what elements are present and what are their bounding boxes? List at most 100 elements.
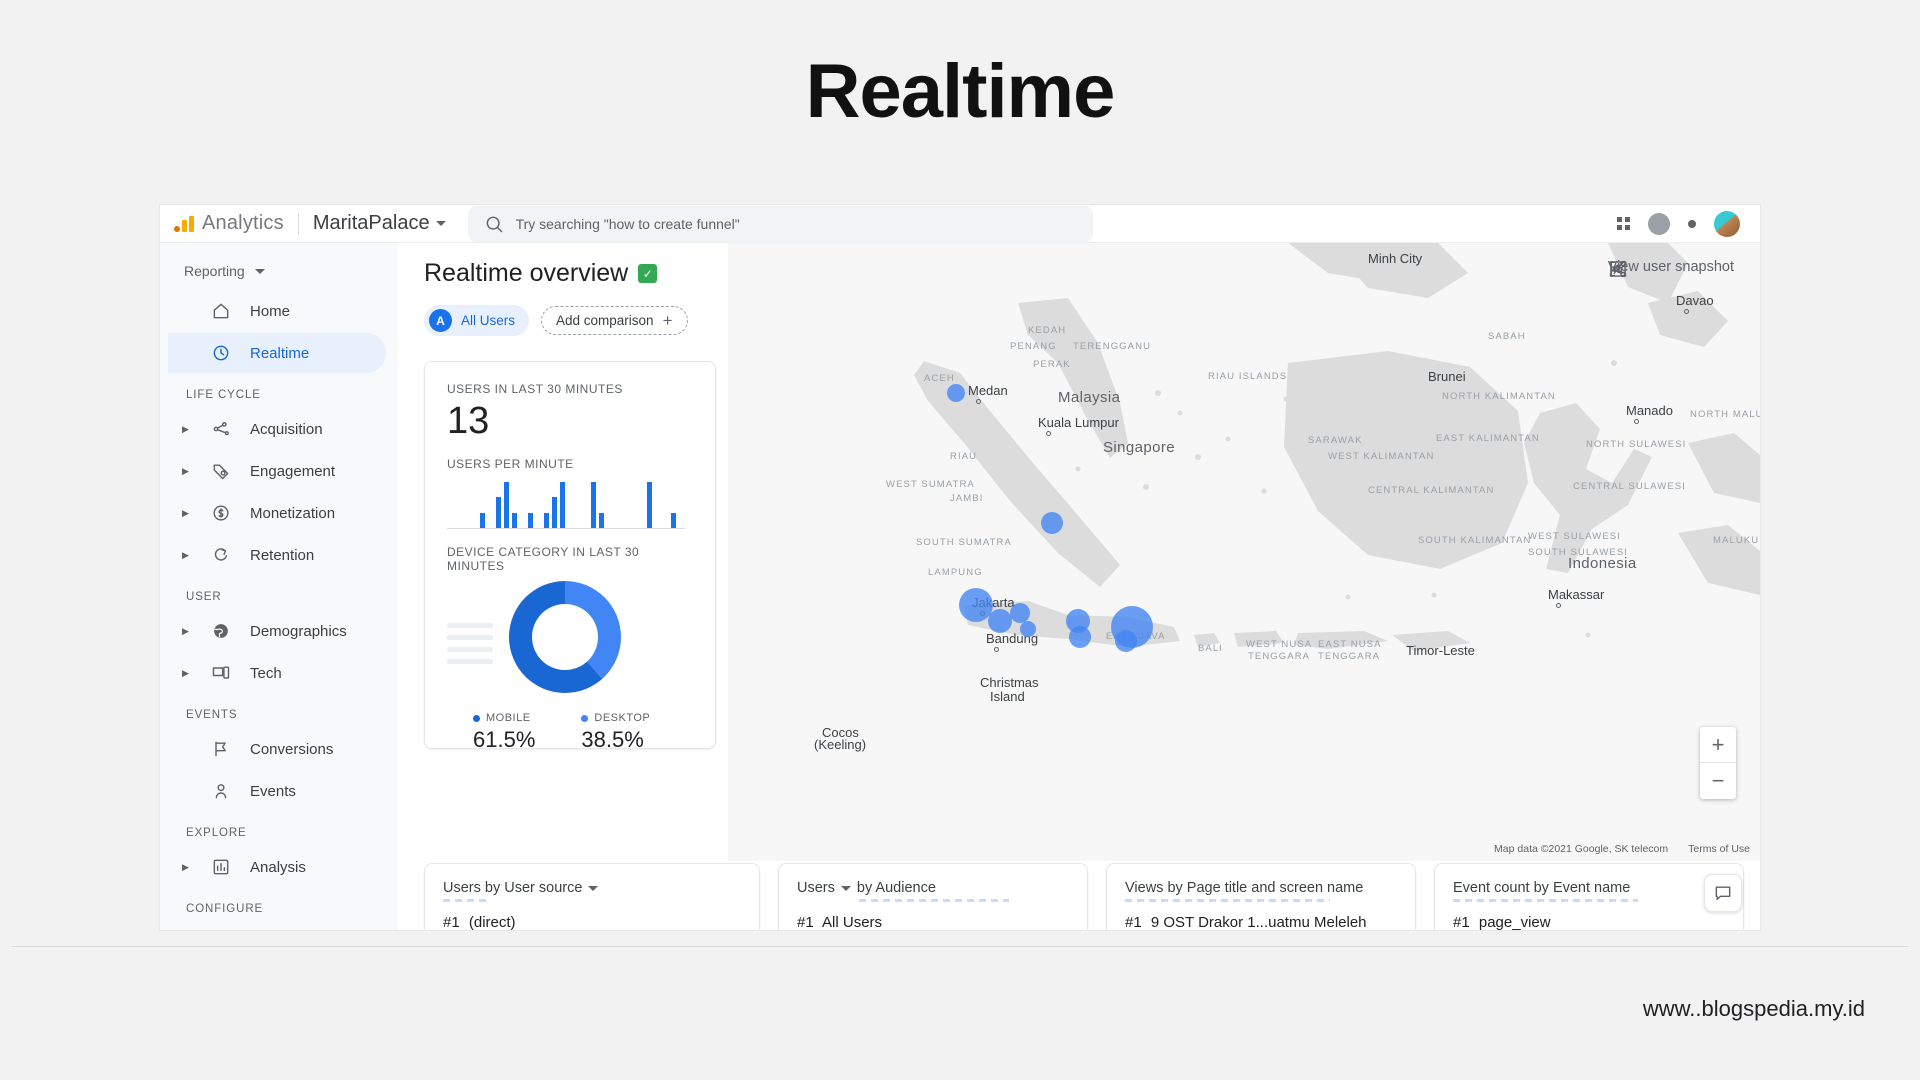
card-title-text: Event count by Event name [1453, 880, 1630, 896]
avatar: A [429, 309, 452, 332]
card-title[interactable]: Event count by Event name [1453, 880, 1725, 896]
sidebar-item-realtime[interactable]: Realtime [168, 333, 386, 373]
add-comparison-button[interactable]: Add comparison + [541, 306, 688, 335]
main-content: Minh CityDavaoSABAHKEDAHPENANGTERENGGANU… [398, 243, 1760, 930]
map-label: SARAWAK [1308, 435, 1363, 446]
rank-number: #1 [797, 914, 814, 930]
rank-number: #1 [1125, 914, 1142, 930]
expand-arrow-icon[interactable]: ▶ [182, 627, 192, 636]
retention-icon [210, 545, 232, 565]
apps-grid-icon[interactable] [1617, 217, 1630, 230]
expand-arrow-icon[interactable]: ▶ [182, 425, 192, 434]
expand-arrow-icon[interactable]: ▶ [182, 467, 192, 476]
expand-arrow-icon[interactable]: ▶ [182, 551, 192, 560]
map-label: BALI [1198, 643, 1223, 654]
map-city-dot-icon [976, 399, 981, 404]
chevron-down-icon[interactable] [841, 886, 851, 891]
map-label: JAMBI [950, 493, 983, 504]
legend-label: MOBILE [486, 712, 531, 724]
add-comparison-label: Add comparison [556, 313, 654, 328]
card-title-metric: Users [797, 880, 835, 896]
map-user-bubble[interactable] [1115, 630, 1137, 652]
map-label: PERAK [1033, 359, 1071, 370]
map-label: Island [990, 689, 1025, 704]
sidebar-item-home[interactable]: Home [168, 291, 386, 331]
brand-label: Analytics [202, 212, 284, 235]
bar [504, 482, 509, 528]
users-per-minute-chart [447, 481, 685, 529]
verified-check-icon: ✓ [638, 264, 657, 283]
title-text: Realtime overview [424, 259, 628, 288]
audience-chip-all-users[interactable]: A All Users [424, 305, 529, 336]
sidebar-item-tech[interactable]: ▶ Tech [168, 653, 386, 693]
sidebar-item-retention[interactable]: ▶ Retention [168, 535, 386, 575]
expand-arrow-icon[interactable]: ▶ [182, 669, 192, 678]
clock-icon [210, 343, 232, 363]
legend-value: 61.5% [473, 727, 535, 753]
sidebar-item-label: Analysis [250, 859, 306, 876]
search-placeholder: Try searching "how to create funnel" [516, 216, 740, 232]
sidebar-item-engagement[interactable]: ▶ Engagement [168, 451, 386, 491]
sidebar-section-title: EVENTS [160, 695, 398, 727]
map-city-dot-icon [1684, 309, 1689, 314]
map-user-bubble[interactable] [1020, 621, 1036, 637]
sidebar-item-admin[interactable]: Admin [168, 923, 386, 930]
map-city-dot-icon [994, 647, 999, 652]
page-title: Realtime [0, 48, 1920, 135]
device-donut [509, 581, 621, 693]
sidebar-item-acquisition[interactable]: ▶ Acquisition [168, 409, 386, 449]
realtime-overview-card: USERS IN LAST 30 MINUTES 13 USERS PER MI… [424, 361, 716, 749]
zoom-in-button[interactable]: + [1700, 727, 1736, 763]
feedback-icon[interactable] [1704, 874, 1742, 912]
sidebar-item-events[interactable]: Events [168, 771, 386, 811]
card-title[interactable]: Users by Audience [797, 880, 1069, 896]
sidebar-section-title: EXPLORE [160, 813, 398, 845]
card-title-text: Users by User source [443, 880, 582, 896]
reporting-selector[interactable]: Reporting [160, 253, 398, 289]
map-user-bubble[interactable] [1069, 626, 1091, 648]
map-label: EAST NUSA [1318, 639, 1382, 650]
bar [552, 497, 557, 528]
sidebar-item-monetization[interactable]: ▶ Monetization [168, 493, 386, 533]
title-underline [443, 899, 487, 902]
map-label: MALUKU [1713, 535, 1759, 546]
map-label: Medan [968, 383, 1008, 398]
card-title[interactable]: Users by User source [443, 880, 741, 896]
devices-icon [210, 663, 232, 683]
card-event-count-by-event-name: Event count by Event name #1 page_view 2… [1434, 863, 1744, 930]
terms-of-use-link[interactable]: Terms of Use [1688, 843, 1750, 855]
sidebar-item-conversions[interactable]: Conversions [168, 729, 386, 769]
sidebar: Reporting Home Realtime LIFE CYCLE ▶ [160, 243, 398, 930]
account-avatar[interactable] [1714, 211, 1740, 237]
property-selector[interactable]: MaritaPalace [313, 212, 446, 235]
chevron-down-icon[interactable] [588, 886, 598, 891]
map-user-bubble[interactable] [947, 384, 965, 402]
map-label: Timor-Leste [1406, 643, 1475, 658]
map-attribution: Map data ©2021 Google, SK telecom Terms … [1494, 843, 1750, 855]
expand-arrow-icon[interactable]: ▶ [182, 863, 192, 872]
bar [512, 513, 517, 528]
analytics-logo-icon [174, 216, 194, 232]
card-rank-row: #1 All Users [797, 914, 1069, 930]
zoom-out-button[interactable]: − [1700, 763, 1736, 799]
map-toolbar: View user snapshot [1608, 259, 1734, 275]
help-icon[interactable] [1648, 213, 1670, 235]
rank-label: page_view [1479, 914, 1551, 930]
map-label: Singapore [1103, 439, 1175, 456]
share-icon[interactable] [1608, 259, 1628, 279]
card-title[interactable]: Views by Page title and screen name [1125, 880, 1397, 896]
realtime-map[interactable]: Minh CityDavaoSABAHKEDAHPENANGTERENGGANU… [728, 243, 1760, 861]
notifications-icon[interactable] [1688, 220, 1696, 228]
search-box[interactable]: Try searching "how to create funnel" [468, 206, 1093, 242]
map-user-bubble[interactable] [1010, 603, 1030, 623]
expand-arrow-icon[interactable]: ▶ [182, 509, 192, 518]
map-user-bubble[interactable] [988, 609, 1012, 633]
map-user-bubble[interactable] [1041, 512, 1063, 534]
sidebar-item-demographics[interactable]: ▶ Demographics [168, 611, 386, 651]
map-label: WEST SULAWESI [1528, 531, 1621, 542]
sidebar-item-analysis[interactable]: ▶ Analysis [168, 847, 386, 887]
card-users-by-user-source: Users by User source #1 (direct) 2 66.67… [424, 863, 760, 930]
dollar-circle-icon [210, 503, 232, 523]
map-label: PENANG [1010, 341, 1057, 352]
map-label: NORTH KALIMANTAN [1442, 391, 1556, 402]
